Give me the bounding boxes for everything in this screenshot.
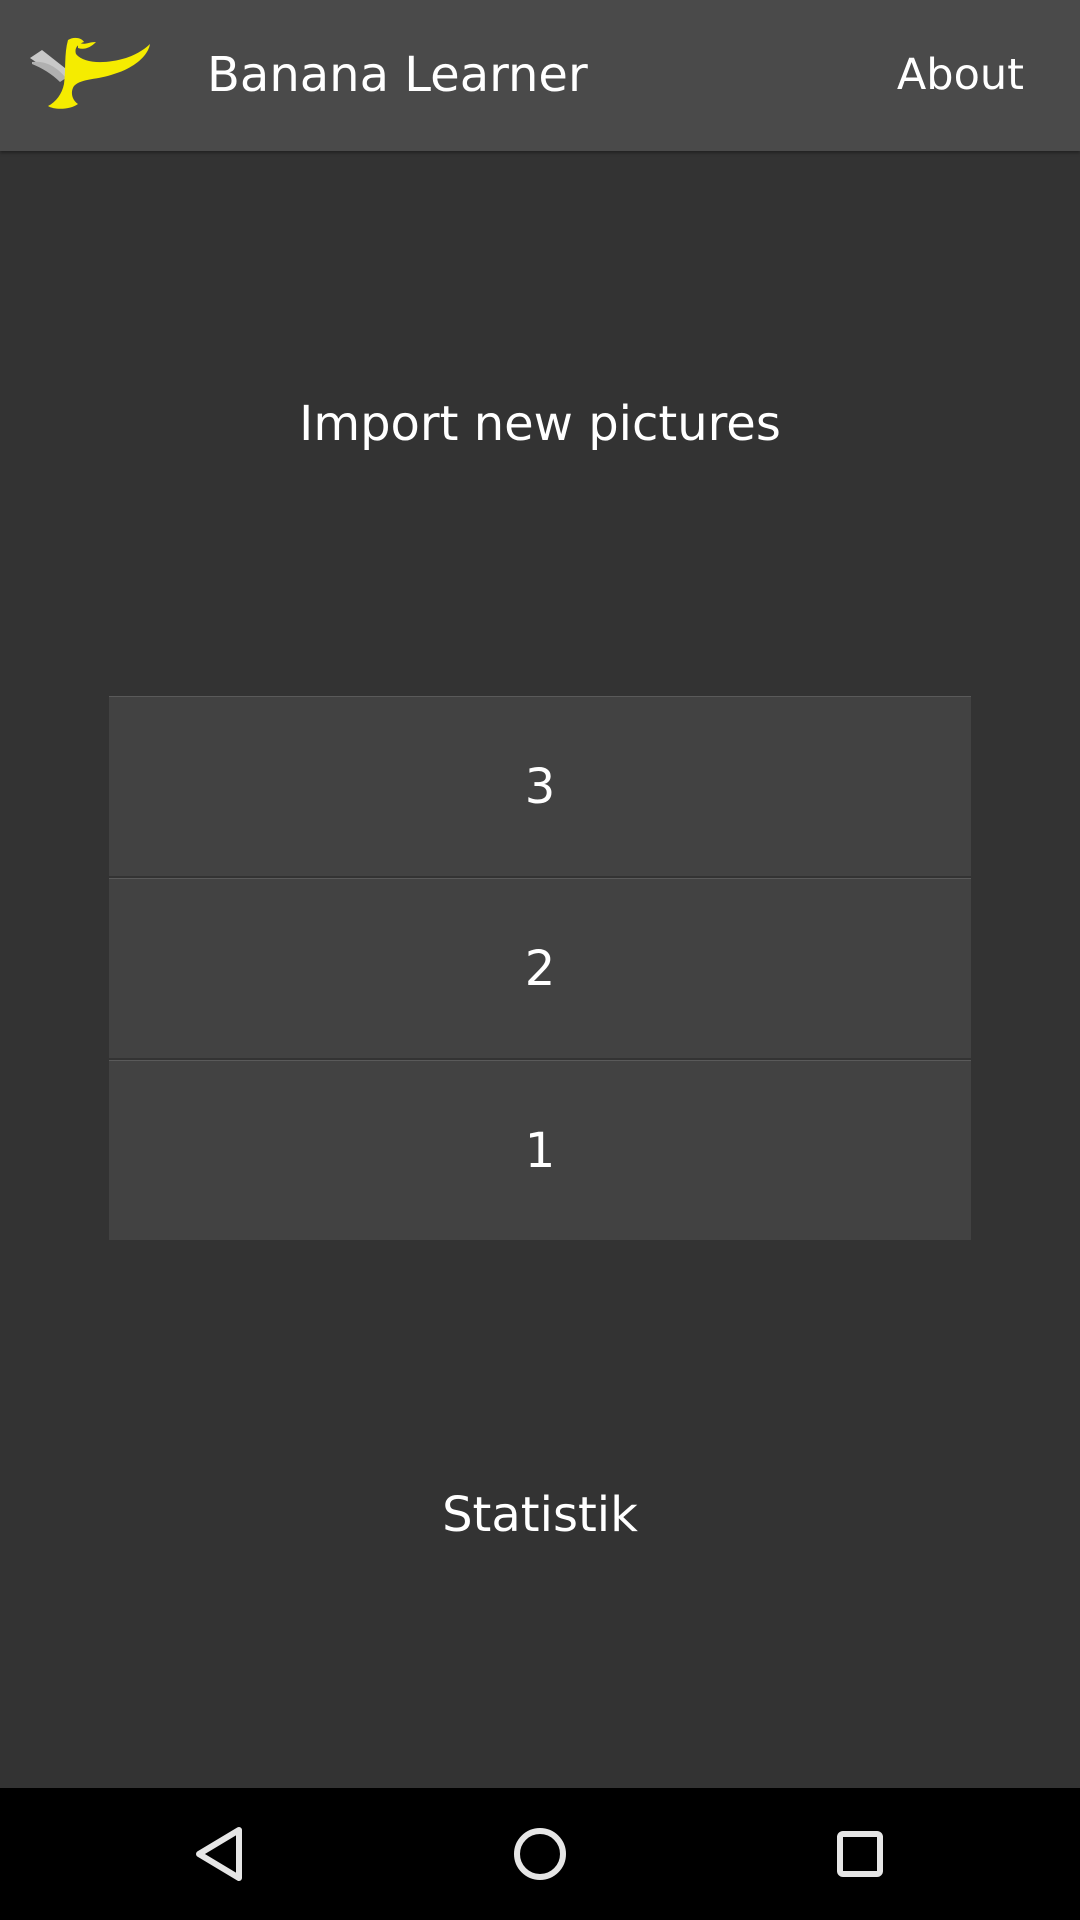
navigation-bar bbox=[0, 1788, 1080, 1920]
level-button-2[interactable]: 2 bbox=[109, 878, 971, 1058]
app-screen: Banana Learner About Import new pictures… bbox=[0, 0, 1080, 1920]
level-button-1[interactable]: 1 bbox=[109, 1060, 971, 1240]
statistics-button[interactable]: Statistik bbox=[0, 1443, 1080, 1588]
action-bar: Banana Learner About bbox=[0, 0, 1080, 151]
about-button[interactable]: About bbox=[881, 30, 1040, 120]
import-pictures-button[interactable]: Import new pictures bbox=[0, 352, 1080, 497]
back-icon[interactable] bbox=[181, 1814, 261, 1894]
banana-logo-icon bbox=[30, 37, 150, 109]
home-icon[interactable] bbox=[500, 1814, 580, 1894]
level-button-3[interactable]: 3 bbox=[109, 696, 971, 876]
level-list: 3 2 1 bbox=[109, 696, 971, 1242]
app-title: Banana Learner bbox=[207, 47, 588, 103]
recents-icon[interactable] bbox=[820, 1814, 900, 1894]
